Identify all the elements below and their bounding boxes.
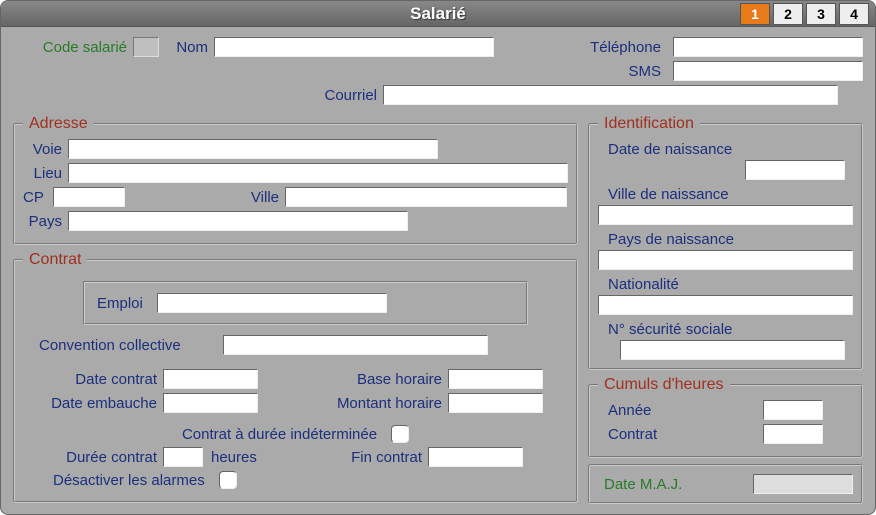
- tab-1[interactable]: 1: [740, 3, 770, 25]
- salarie-window: Salarié 1 2 3 4 Code salarié Nom Télépho…: [0, 0, 876, 515]
- fin-contrat-input[interactable]: [428, 447, 523, 467]
- annee-input[interactable]: [763, 400, 823, 420]
- courriel-label: Courriel: [38, 87, 383, 104]
- duree-contrat-input[interactable]: [163, 447, 203, 467]
- convention-label: Convention collective: [23, 337, 223, 354]
- contrat-h-label: Contrat: [598, 426, 678, 443]
- date-maj-input: [753, 474, 853, 494]
- date-embauche-input[interactable]: [163, 393, 258, 413]
- cdi-checkbox[interactable]: [391, 425, 409, 443]
- ville-naissance-input[interactable]: [598, 205, 853, 225]
- convention-input[interactable]: [223, 335, 488, 355]
- date-naissance-input[interactable]: [745, 160, 845, 180]
- montant-horaire-input[interactable]: [448, 393, 543, 413]
- lieu-input[interactable]: [68, 163, 568, 183]
- lieu-label: Lieu: [23, 165, 68, 182]
- nom-input[interactable]: [214, 37, 494, 57]
- date-embauche-label: Date embauche: [23, 395, 163, 412]
- desactiver-alarmes-checkbox[interactable]: [219, 471, 237, 489]
- telephone-label: Téléphone: [494, 39, 667, 56]
- secu-label: N° sécurité sociale: [598, 319, 853, 340]
- nom-label: Nom: [159, 39, 214, 56]
- sms-label: SMS: [628, 63, 667, 80]
- content: Code salarié Nom Téléphone SMS Courriel …: [1, 27, 875, 508]
- tab-2[interactable]: 2: [773, 3, 803, 25]
- adresse-group: Adresse Voie Lieu CP Ville: [13, 115, 578, 245]
- ville-label: Ville: [125, 189, 285, 206]
- date-maj-group: Date M.A.J.: [588, 464, 863, 504]
- tab-3[interactable]: 3: [806, 3, 836, 25]
- contrat-legend: Contrat: [23, 251, 87, 269]
- adresse-legend: Adresse: [23, 115, 94, 133]
- duree-contrat-label: Durée contrat: [23, 449, 163, 466]
- sms-input[interactable]: [673, 61, 863, 81]
- cp-label: CP: [23, 189, 53, 206]
- nationalite-input[interactable]: [598, 295, 853, 315]
- fin-contrat-label: Fin contrat: [273, 449, 428, 466]
- cumuls-group: Cumuls d'heures Année Contrat: [588, 376, 863, 458]
- tab-4[interactable]: 4: [839, 3, 869, 25]
- nationalite-label: Nationalité: [598, 274, 853, 295]
- montant-horaire-label: Montant horaire: [258, 395, 448, 412]
- date-maj-label: Date M.A.J.: [598, 476, 688, 493]
- emploi-label: Emploi: [97, 295, 157, 312]
- pays-label: Pays: [23, 213, 68, 230]
- contrat-h-input[interactable]: [763, 424, 823, 444]
- date-contrat-input[interactable]: [163, 369, 258, 389]
- pays-naissance-input[interactable]: [598, 250, 853, 270]
- cp-input[interactable]: [53, 187, 125, 207]
- titlebar: Salarié 1 2 3 4: [1, 1, 875, 27]
- ville-input[interactable]: [285, 187, 567, 207]
- cdi-label: Contrat à durée indéterminée: [182, 426, 383, 443]
- heures-label: heures: [203, 449, 273, 466]
- date-contrat-label: Date contrat: [23, 371, 163, 388]
- identification-legend: Identification: [598, 115, 700, 133]
- base-horaire-label: Base horaire: [258, 371, 448, 388]
- contrat-group: Contrat Emploi Convention collective Dat…: [13, 251, 578, 503]
- secu-input[interactable]: [620, 340, 845, 360]
- telephone-input[interactable]: [673, 37, 863, 57]
- code-salarie-box[interactable]: [133, 37, 159, 57]
- code-salarie-label: Code salarié: [13, 39, 133, 56]
- emploi-input[interactable]: [157, 293, 387, 313]
- date-naissance-label: Date de naissance: [598, 139, 853, 160]
- pays-input[interactable]: [68, 211, 408, 231]
- page-tabs: 1 2 3 4: [740, 3, 869, 25]
- base-horaire-input[interactable]: [448, 369, 543, 389]
- desactiver-alarmes-label: Désactiver les alarmes: [53, 472, 211, 489]
- courriel-input[interactable]: [383, 85, 838, 105]
- voie-input[interactable]: [68, 139, 438, 159]
- cumuls-legend: Cumuls d'heures: [598, 376, 730, 394]
- annee-label: Année: [598, 402, 678, 419]
- voie-label: Voie: [23, 141, 68, 158]
- ville-naissance-label: Ville de naissance: [598, 184, 853, 205]
- emploi-frame: Emploi: [83, 281, 528, 325]
- pays-naissance-label: Pays de naissance: [598, 229, 853, 250]
- identification-group: Identification Date de naissance Ville d…: [588, 115, 863, 370]
